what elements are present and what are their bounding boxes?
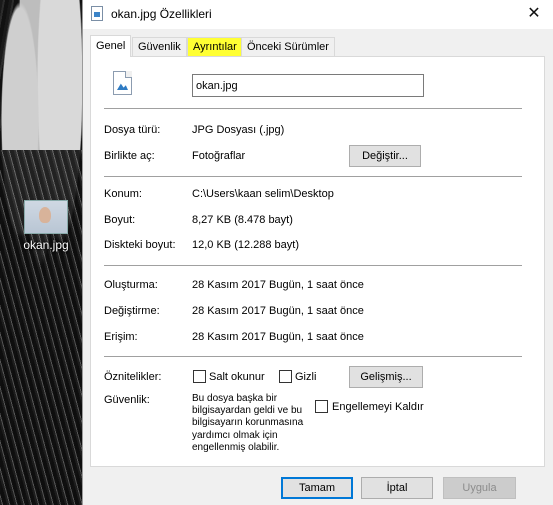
- desktop-file-icon[interactable]: okan.jpg: [18, 200, 74, 252]
- readonly-checkbox[interactable]: [193, 370, 206, 383]
- divider: [104, 108, 522, 109]
- size-value: 8,27 KB (8.478 bayt): [192, 214, 293, 226]
- security-warning-text: Bu dosya başka bir bilgisayardan geldi v…: [192, 393, 304, 453]
- image-thumbnail: [24, 200, 68, 234]
- close-icon[interactable]: ✕: [523, 3, 545, 25]
- size-label: Boyut:: [104, 214, 136, 226]
- desktop-background: okan.jpg: [0, 0, 82, 505]
- cancel-button[interactable]: İptal: [361, 477, 433, 499]
- tab-general[interactable]: Genel: [90, 35, 132, 57]
- divider: [104, 356, 522, 357]
- divider: [104, 265, 522, 266]
- location-value: C:\Users\kaan selim\Desktop: [192, 188, 334, 200]
- title-bar[interactable]: okan.jpg Özellikleri ✕: [83, 0, 553, 29]
- image-file-icon: [113, 71, 132, 95]
- desktop-file-name: okan.jpg: [23, 238, 69, 252]
- tab-details[interactable]: Ayrıntılar: [187, 37, 243, 56]
- general-tab-panel: Dosya türü: JPG Dosyası (.jpg) Birlikte …: [90, 56, 545, 467]
- modified-label: Değiştirme:: [104, 305, 160, 317]
- file-type-value: JPG Dosyası (.jpg): [192, 124, 285, 136]
- readonly-label[interactable]: Salt okunur: [209, 371, 265, 383]
- divider: [104, 176, 522, 177]
- opens-with-label: Birlikte aç:: [104, 150, 155, 162]
- size-on-disk-value: 12,0 KB (12.288 bayt): [192, 239, 300, 251]
- advanced-button[interactable]: Gelişmiş...: [349, 366, 423, 388]
- opens-with-value: Fotoğraflar: [192, 150, 246, 162]
- tab-previous-versions[interactable]: Önceki Sürümler: [241, 37, 335, 56]
- ok-button[interactable]: Tamam: [281, 477, 353, 499]
- window-title: okan.jpg Özellikleri: [111, 7, 212, 21]
- modified-value: 28 Kasım 2017 Bugün, 1 saat önce: [192, 305, 364, 317]
- hidden-checkbox[interactable]: [279, 370, 292, 383]
- location-label: Konum:: [104, 188, 142, 200]
- hidden-label[interactable]: Gizli: [295, 371, 316, 383]
- file-type-label: Dosya türü:: [104, 124, 161, 136]
- accessed-value: 28 Kasım 2017 Bugün, 1 saat önce: [192, 331, 364, 343]
- image-file-icon: [91, 6, 103, 21]
- attributes-label: Öznitelikler:: [104, 371, 162, 383]
- created-label: Oluşturma:: [104, 279, 158, 291]
- unblock-label[interactable]: Engellemeyi Kaldır: [332, 401, 424, 413]
- size-on-disk-label: Diskteki boyut:: [104, 239, 176, 251]
- unblock-checkbox[interactable]: [315, 400, 328, 413]
- properties-dialog: okan.jpg Özellikleri ✕ Genel Güvenlik Ay…: [82, 0, 553, 505]
- accessed-label: Erişim:: [104, 331, 138, 343]
- security-label: Güvenlik:: [104, 394, 150, 406]
- file-name-input[interactable]: [192, 74, 424, 97]
- tab-security[interactable]: Güvenlik: [132, 37, 187, 56]
- created-value: 28 Kasım 2017 Bugün, 1 saat önce: [192, 279, 364, 291]
- change-button[interactable]: Değiştir...: [349, 145, 421, 167]
- apply-button: Uygula: [443, 477, 516, 499]
